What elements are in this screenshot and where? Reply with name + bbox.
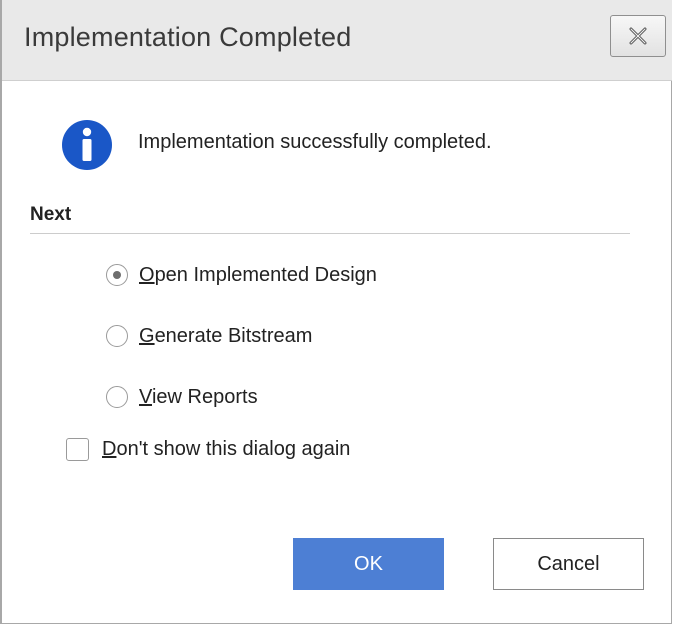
next-section-label: Next <box>30 204 72 225</box>
radio-button-selected[interactable] <box>106 264 128 286</box>
close-icon <box>629 27 647 45</box>
radio-label-generate-bitstream[interactable]: Generate Bitstream <box>139 325 312 348</box>
radio-label-open-implemented-design[interactable]: Open Implemented Design <box>139 264 377 287</box>
info-icon <box>62 120 112 170</box>
close-button[interactable] <box>610 15 666 57</box>
ok-button[interactable]: OK <box>293 538 444 590</box>
radio-selected-dot <box>113 271 121 279</box>
dont-show-again-label[interactable]: Don't show this dialog again <box>102 438 350 461</box>
dont-show-again-checkbox[interactable] <box>66 438 89 461</box>
dialog-title: Implementation Completed <box>24 22 352 52</box>
implementation-completed-dialog: Implementation Completed Implementation … <box>0 0 672 624</box>
cancel-button[interactable]: Cancel <box>493 538 644 590</box>
radio-label-view-reports[interactable]: View Reports <box>139 386 258 409</box>
radio-button[interactable] <box>106 325 128 347</box>
section-divider <box>30 233 630 234</box>
radio-button[interactable] <box>106 386 128 408</box>
status-message: Implementation successfully completed. <box>138 131 492 153</box>
title-bar: Implementation Completed <box>2 0 672 81</box>
